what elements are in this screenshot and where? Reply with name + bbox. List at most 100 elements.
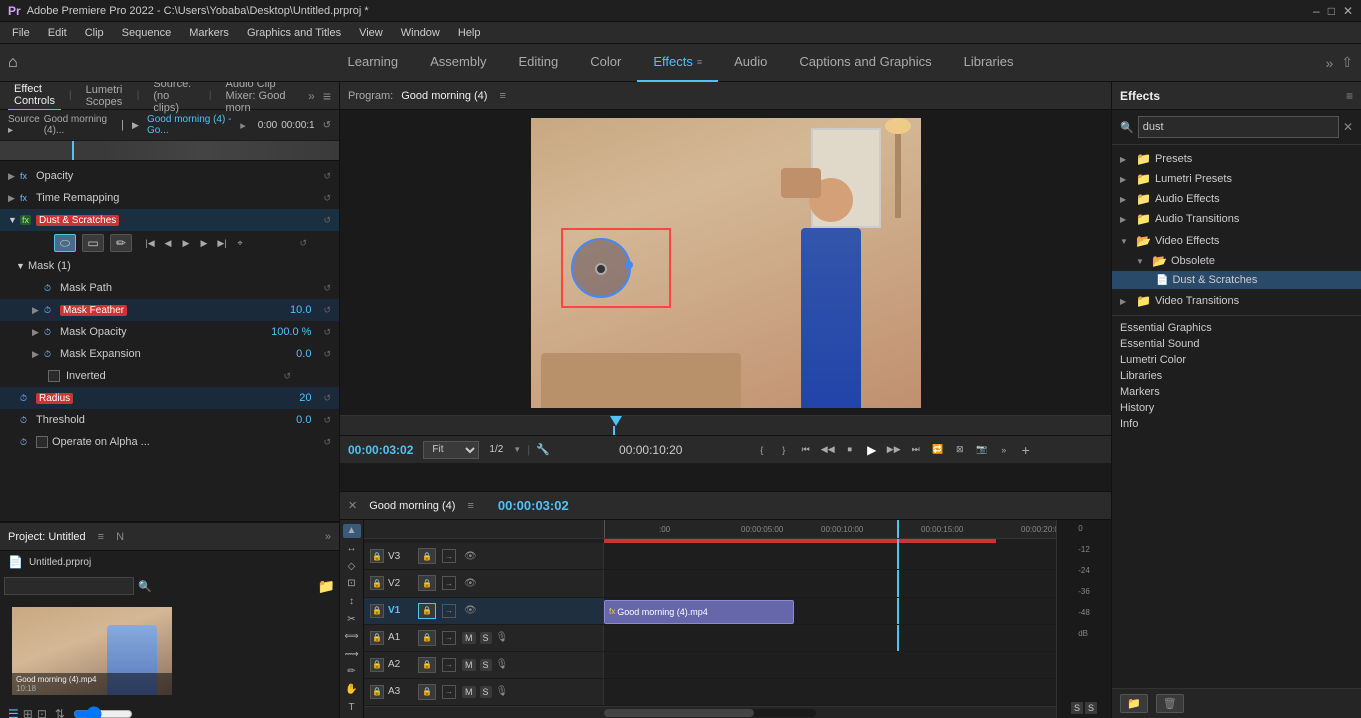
threshold-value[interactable]: 0.0 bbox=[296, 414, 311, 426]
project-expand-icon[interactable]: » bbox=[325, 531, 331, 543]
track-arrow-v3[interactable]: → bbox=[442, 549, 456, 563]
reset-in-out-icon[interactable]: ↺ bbox=[323, 120, 331, 131]
razor-tool[interactable]: ✂ bbox=[343, 612, 361, 626]
tab-lumetri-scopes[interactable]: Lumetri Scopes bbox=[80, 82, 129, 110]
project-settings-icon[interactable]: ≡ bbox=[98, 531, 104, 543]
menu-markers[interactable]: Markers bbox=[181, 25, 237, 41]
track-mic-a3[interactable]: 🎙 bbox=[496, 686, 509, 697]
fx-category-presets[interactable]: ▶ 📁 Presets bbox=[1112, 149, 1361, 169]
lumetri-color-row[interactable]: Lumetri Color bbox=[1112, 352, 1361, 368]
track-solo-a1[interactable]: S bbox=[480, 632, 492, 644]
track-lock-a1[interactable]: 🔒 bbox=[370, 631, 384, 645]
program-zoom-select[interactable]: Fit 25% 50% 100% bbox=[423, 441, 479, 459]
select-tool[interactable]: ▲ bbox=[343, 524, 361, 538]
track-sync-v2[interactable]: 🔒 bbox=[418, 575, 436, 591]
reset-radius[interactable]: ↺ bbox=[323, 393, 331, 404]
mask-fwd-frame[interactable]: ▶ bbox=[196, 235, 212, 251]
menu-clip[interactable]: Clip bbox=[77, 25, 112, 41]
effect-row-radius[interactable]: ⏱ Radius 20 ↺ bbox=[0, 387, 339, 409]
essential-sound-row[interactable]: Essential Sound bbox=[1112, 336, 1361, 352]
track-sync-a1[interactable]: 🔒 bbox=[418, 630, 436, 646]
menu-help[interactable]: Help bbox=[450, 25, 489, 41]
slide-tool[interactable]: ⟿ bbox=[343, 647, 361, 661]
track-area-v3[interactable] bbox=[604, 543, 1056, 569]
tab-color[interactable]: Color bbox=[574, 44, 637, 82]
loop-button[interactable]: 🔁 bbox=[928, 440, 948, 460]
expand-workspaces-icon[interactable]: » bbox=[1325, 55, 1333, 71]
step-fwd-button[interactable]: ▶▶ bbox=[884, 440, 904, 460]
new-custom-bin-button[interactable]: 📁 bbox=[1120, 694, 1148, 713]
track-area-v2[interactable] bbox=[604, 570, 1056, 596]
expand-icon[interactable]: ▶ bbox=[132, 120, 139, 131]
panel-menu-icon[interactable]: ≡ bbox=[323, 88, 331, 104]
track-sync-a3[interactable]: 🔒 bbox=[418, 684, 436, 700]
meter-s-left[interactable]: S bbox=[1071, 702, 1083, 714]
mask-track[interactable]: ⌖ bbox=[232, 235, 248, 251]
rolling-edit-tool[interactable]: ⊡ bbox=[343, 577, 361, 591]
fx-subcategory-obsolete-header[interactable]: ▼ 📂 Obsolete bbox=[1112, 251, 1361, 271]
fx-category-video-transitions[interactable]: ▶ 📁 Video Transitions bbox=[1112, 291, 1361, 311]
tab-assembly[interactable]: Assembly bbox=[414, 44, 502, 82]
maximize-button[interactable]: □ bbox=[1328, 4, 1335, 18]
mask-play[interactable]: ▶ bbox=[178, 235, 194, 251]
tab-effect-controls[interactable]: Effect Controls bbox=[8, 82, 61, 110]
mask-prev-keyframe[interactable]: |◀ bbox=[142, 235, 158, 251]
reset-operate-alpha[interactable]: ↺ bbox=[323, 437, 331, 448]
go-to-in-button[interactable]: ⏮ bbox=[796, 440, 816, 460]
go-to-out-button[interactable]: ⏭ bbox=[906, 440, 926, 460]
source-link[interactable]: Good morning (4) - Go... bbox=[147, 114, 234, 136]
effect-row-mask1[interactable]: ▼ Mask (1) bbox=[0, 255, 339, 277]
resolution-select-icon[interactable]: ▼ bbox=[513, 445, 521, 454]
fx-category-audio-effects[interactable]: ▶ 📁 Audio Effects bbox=[1112, 189, 1361, 209]
reset-mask-expansion[interactable]: ↺ bbox=[323, 349, 331, 360]
workspace-home[interactable]: ⌂ bbox=[8, 54, 18, 72]
wrench-icon[interactable]: 🔧 bbox=[536, 443, 550, 456]
track-area-v1[interactable]: fx Good morning (4).mp4 bbox=[604, 598, 1056, 624]
track-area-a2[interactable] bbox=[604, 652, 1056, 678]
menu-edit[interactable]: Edit bbox=[40, 25, 75, 41]
program-settings-icon[interactable]: ≡ bbox=[499, 90, 505, 102]
mask-opacity-value[interactable]: 100.0 % bbox=[271, 326, 311, 338]
minimize-button[interactable]: – bbox=[1313, 4, 1320, 18]
source-clip-name[interactable]: Good morning (4)... bbox=[44, 114, 113, 136]
track-sync-a2[interactable]: 🔒 bbox=[418, 657, 436, 673]
search-clear-button[interactable]: ✕ bbox=[1343, 120, 1353, 134]
tab-libraries[interactable]: Libraries bbox=[948, 44, 1030, 82]
menu-file[interactable]: File bbox=[4, 25, 38, 41]
project-new-bin-icon[interactable]: 📁 bbox=[318, 578, 335, 595]
effect-row-operate-alpha[interactable]: ⏱ Operate on Alpha ... ↺ bbox=[0, 431, 339, 453]
timeline-scrollbar-h[interactable] bbox=[364, 706, 1056, 718]
project-sort-icon[interactable]: ⇅ bbox=[55, 707, 65, 718]
reset-mask-shape[interactable]: ↺ bbox=[299, 238, 307, 249]
reset-threshold[interactable]: ↺ bbox=[323, 415, 331, 426]
reset-mask-opacity[interactable]: ↺ bbox=[323, 327, 331, 338]
track-area-a1[interactable] bbox=[604, 625, 1056, 651]
track-lock-v2[interactable]: 🔒 bbox=[370, 576, 384, 590]
mask-next-keyframe[interactable]: ▶| bbox=[214, 235, 230, 251]
track-arrow-a2[interactable]: → bbox=[442, 658, 456, 672]
reset-inverted[interactable]: ↺ bbox=[283, 371, 291, 382]
export-icon[interactable]: ⇧ bbox=[1341, 54, 1353, 71]
tab-captions[interactable]: Captions and Graphics bbox=[783, 44, 947, 82]
close-sequence-icon[interactable]: ✕ bbox=[348, 499, 357, 512]
effects-settings-icon[interactable]: ≡ bbox=[1346, 89, 1353, 103]
menu-view[interactable]: View bbox=[351, 25, 391, 41]
menu-sequence[interactable]: Sequence bbox=[114, 25, 180, 41]
fx-category-video-effects-header[interactable]: ▼ 📂 Video Effects bbox=[1112, 231, 1361, 251]
effects-search-input[interactable] bbox=[1138, 116, 1339, 138]
track-mute-a1[interactable]: M bbox=[462, 632, 476, 644]
reset-dust-scratches[interactable]: ↺ bbox=[323, 215, 331, 226]
effect-row-time-remapping[interactable]: ▶ fx Time Remapping ↺ bbox=[0, 187, 339, 209]
step-back-button[interactable]: ◀◀ bbox=[818, 440, 838, 460]
timeline-settings-icon[interactable]: ≡ bbox=[467, 500, 473, 512]
mask-back-frame[interactable]: ◀ bbox=[160, 235, 176, 251]
project-freeform-icon[interactable]: ⊡ bbox=[37, 707, 47, 718]
track-lock-a2[interactable]: 🔒 bbox=[370, 658, 384, 672]
slip-tool[interactable]: ⟺ bbox=[343, 630, 361, 644]
close-button[interactable]: ✕ bbox=[1343, 4, 1353, 18]
effect-row-threshold[interactable]: ⏱ Threshold 0.0 ↺ bbox=[0, 409, 339, 431]
track-lock-a3[interactable]: 🔒 bbox=[370, 685, 384, 699]
fx-item-dust-scratches[interactable]: 📄 Dust & Scratches bbox=[1112, 271, 1361, 289]
fx-category-audio-transitions[interactable]: ▶ 📁 Audio Transitions bbox=[1112, 209, 1361, 229]
hand-tool[interactable]: ✋ bbox=[343, 683, 361, 697]
